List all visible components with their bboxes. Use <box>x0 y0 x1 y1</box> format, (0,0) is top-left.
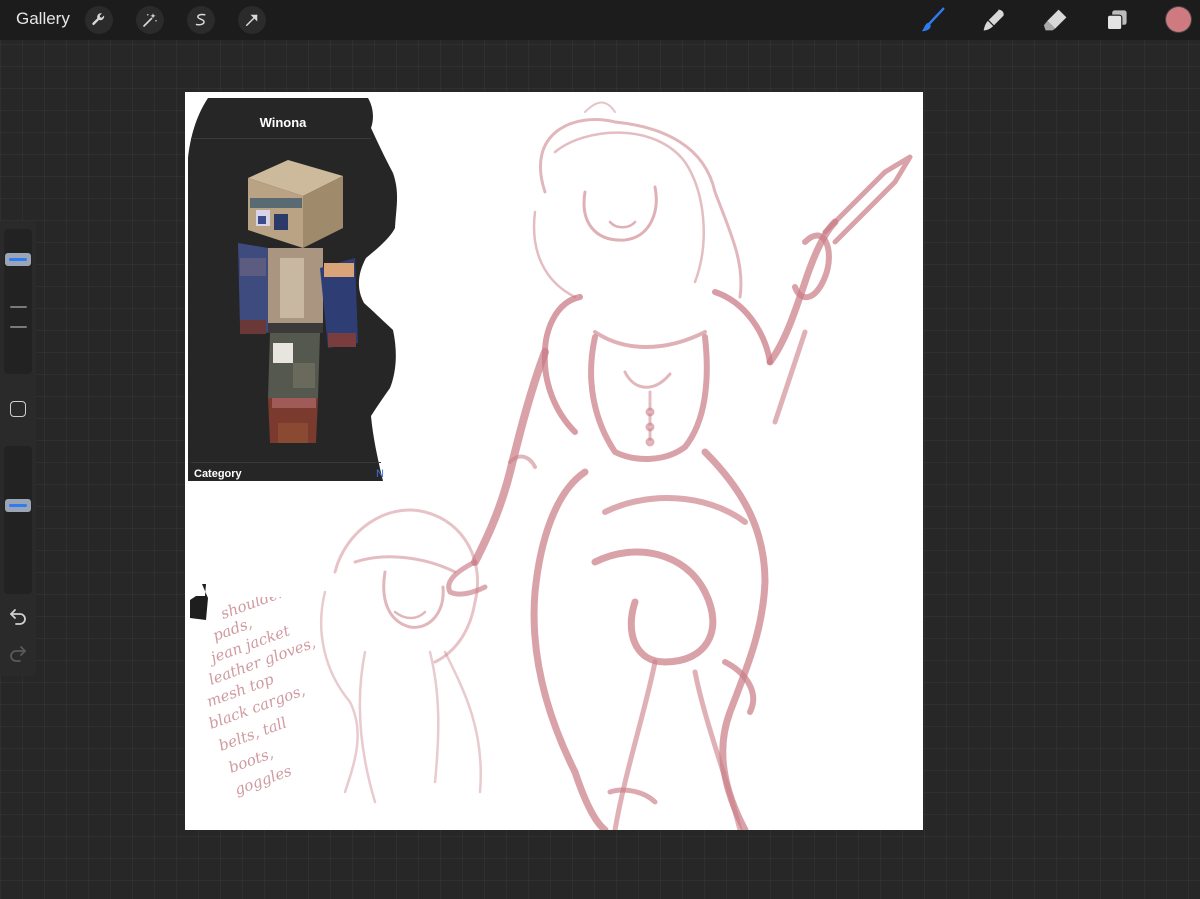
eraser-tool-button[interactable] <box>1041 5 1071 35</box>
selection-icon <box>195 13 206 26</box>
brush-tool-button[interactable] <box>918 5 948 35</box>
top-toolbar: Gallery <box>0 0 1200 40</box>
smudge-icon <box>983 9 1004 31</box>
transform-arrow-icon <box>246 14 258 26</box>
undo-icon[interactable] <box>8 606 28 626</box>
brush-size-handle[interactable] <box>5 253 31 266</box>
brush-size-slider[interactable] <box>4 229 32 374</box>
character-sketch <box>319 101 913 830</box>
adjustments-button[interactable] <box>136 6 164 34</box>
brush-icon <box>921 7 945 32</box>
sidebar <box>0 221 36 676</box>
transform-button[interactable] <box>238 6 266 34</box>
selection-button[interactable] <box>187 6 215 34</box>
color-picker-button[interactable] <box>1166 7 1191 32</box>
layers-button[interactable] <box>1102 5 1132 35</box>
drawing-canvas[interactable]: Winona Category N shoulder pads, jean ja… <box>185 92 923 830</box>
actions-button[interactable] <box>85 6 113 34</box>
opacity-slider[interactable] <box>4 446 32 594</box>
magic-wand-icon <box>143 13 157 27</box>
eraser-icon <box>1043 9 1067 31</box>
size-tick <box>10 326 27 328</box>
layers-icon <box>1106 10 1127 31</box>
square-icon[interactable] <box>10 401 26 417</box>
wrench-icon <box>92 13 105 26</box>
opacity-handle[interactable] <box>5 499 31 512</box>
smudge-tool-button[interactable] <box>979 5 1009 35</box>
redo-icon[interactable] <box>8 643 28 663</box>
size-tick <box>10 306 27 308</box>
gallery-button[interactable]: Gallery <box>16 9 70 29</box>
